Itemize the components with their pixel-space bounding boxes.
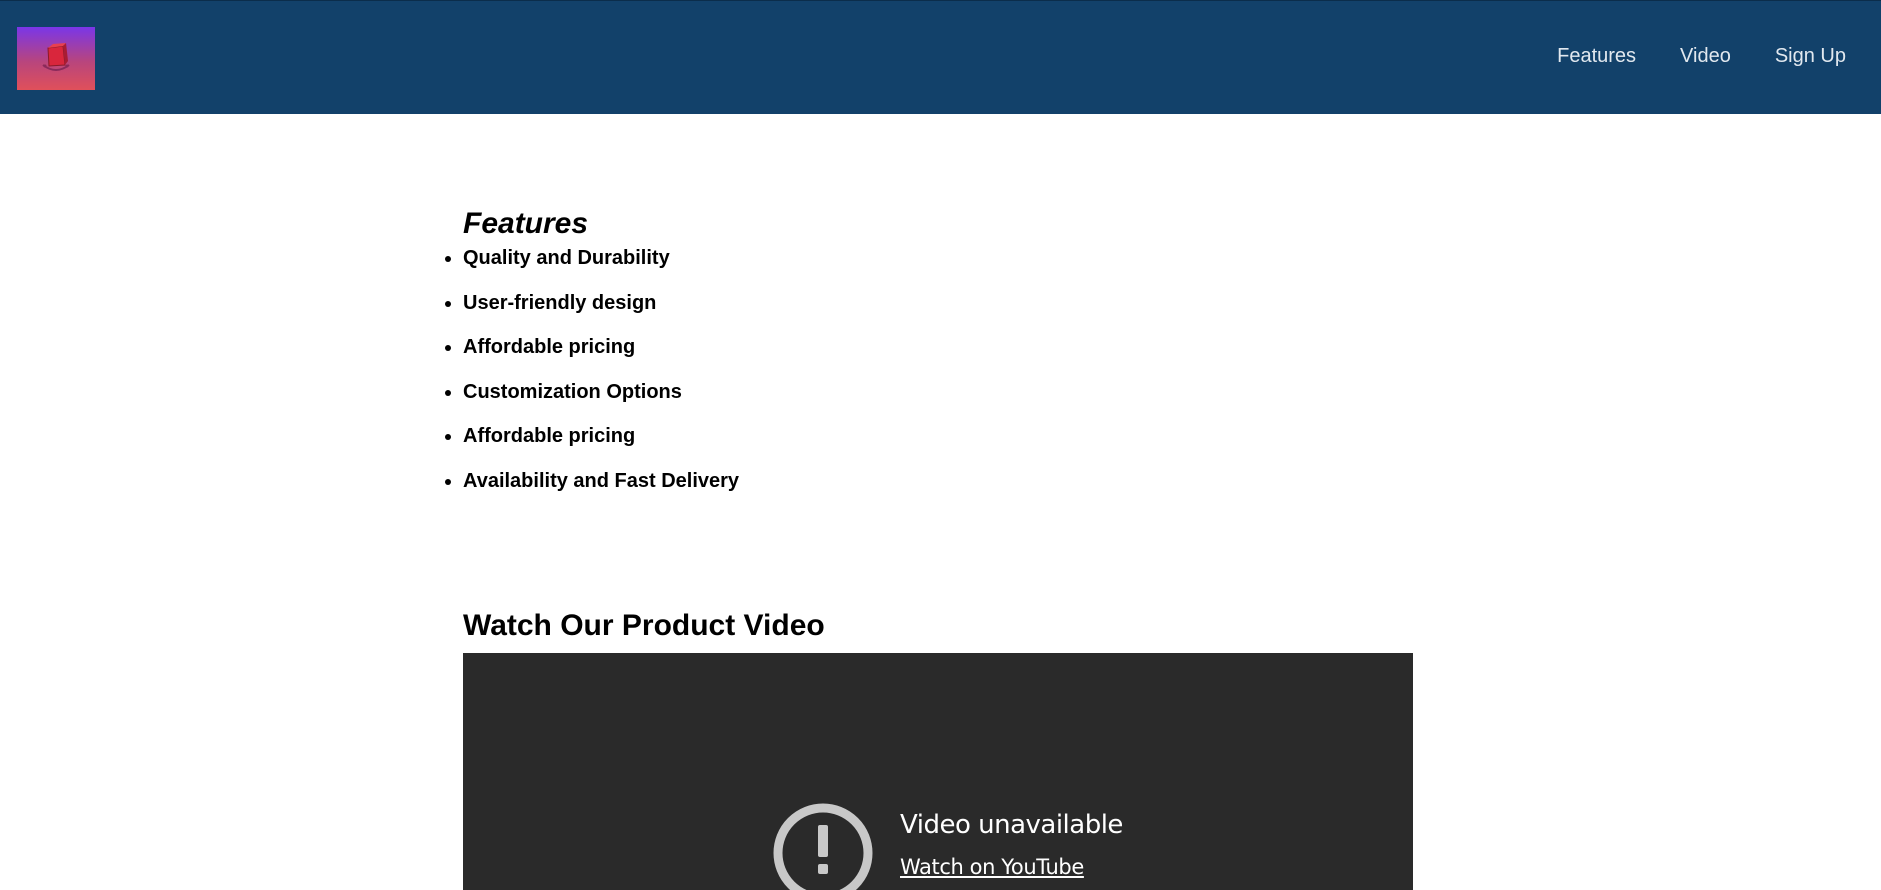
feature-item: Affordable pricing — [463, 424, 739, 448]
nav-links: Features Video Sign Up — [1557, 45, 1846, 68]
feature-item: Customization Options — [463, 380, 739, 404]
nav-link-features[interactable]: Features — [1557, 45, 1636, 68]
features-title: Features — [463, 207, 589, 240]
feature-item: Quality and Durability — [463, 246, 739, 270]
navbar: Features Video Sign Up — [0, 0, 1881, 114]
watch-on-youtube-link[interactable]: Watch on YouTube — [900, 855, 1084, 879]
exclamation-circle-icon — [773, 803, 873, 890]
feature-item: User-friendly design — [463, 291, 739, 315]
logo[interactable] — [17, 27, 95, 90]
video-section-title: Watch Our Product Video — [463, 609, 825, 642]
nav-link-sign-up[interactable]: Sign Up — [1775, 45, 1846, 68]
features-section: Features Quality and Durability User-fri… — [440, 204, 739, 514]
feature-item: Affordable pricing — [463, 335, 739, 359]
feature-item: Availability and Fast Delivery — [463, 469, 739, 493]
features-list: Quality and Durability User-friendly des… — [440, 246, 739, 493]
shopping-bag-logo-icon — [42, 43, 70, 71]
video-unavailable-text: Video unavailable — [900, 810, 1123, 840]
nav-link-video[interactable]: Video — [1680, 45, 1731, 68]
video-player[interactable]: Video unavailable Watch on YouTube — [463, 653, 1413, 890]
